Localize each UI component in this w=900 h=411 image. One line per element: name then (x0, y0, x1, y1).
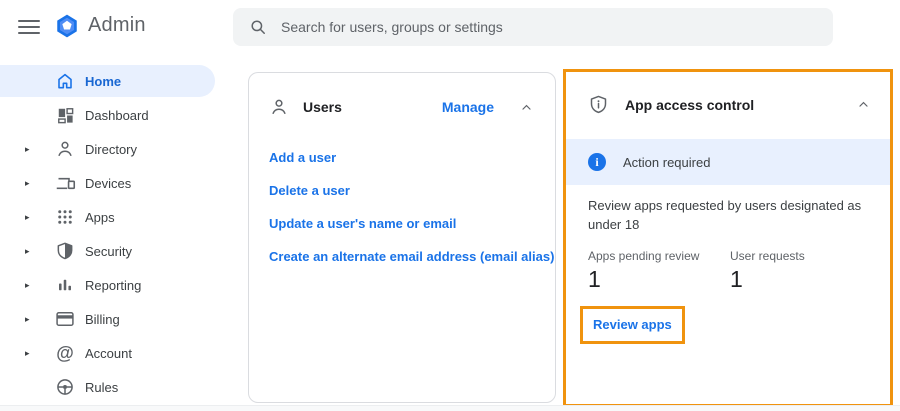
add-user-link[interactable]: Add a user (269, 149, 555, 167)
sidebar-item-label: Account (85, 346, 132, 361)
stat-label: User requests (730, 249, 872, 263)
person-icon (54, 138, 76, 160)
collapse-chevron-icon[interactable] (857, 98, 870, 111)
review-apps-link[interactable]: Review apps (593, 317, 672, 332)
person-icon (269, 97, 289, 117)
expand-arrow-icon[interactable]: ▸ (25, 280, 30, 291)
users-card-header: Users Manage (249, 73, 555, 117)
action-required-banner: i Action required (566, 139, 890, 185)
expand-arrow-icon[interactable]: ▸ (25, 212, 30, 223)
shield-info-icon (588, 94, 609, 115)
sidebar-item-account[interactable]: ▸ @ Account (0, 336, 232, 370)
stat-label: Apps pending review (588, 249, 730, 263)
update-user-link[interactable]: Update a user's name or email (269, 215, 555, 233)
sidebar-item-label: Home (85, 74, 121, 89)
sidebar-item-dashboard[interactable]: Dashboard (0, 98, 232, 132)
sidebar-item-label: Directory (85, 142, 137, 157)
sidebar-item-home[interactable]: Home (0, 64, 232, 98)
expand-arrow-icon[interactable]: ▸ (25, 178, 30, 189)
bar-chart-icon (54, 274, 76, 296)
home-icon (54, 70, 76, 92)
sidebar-item-apps[interactable]: ▸ Apps (0, 200, 232, 234)
stat-apps-pending: Apps pending review 1 (588, 249, 730, 293)
sidebar-item-label: Dashboard (85, 108, 149, 123)
banner-text: Action required (623, 155, 710, 170)
app-title: Admin (88, 14, 146, 37)
sidebar-item-directory[interactable]: ▸ Directory (0, 132, 232, 166)
steering-wheel-icon (54, 376, 76, 398)
sidebar-item-devices[interactable]: ▸ Devices (0, 166, 232, 200)
expand-arrow-icon[interactable]: ▸ (25, 348, 30, 359)
admin-logo-icon (54, 13, 80, 39)
sidebar-item-label: Rules (85, 380, 118, 395)
at-sign-icon: @ (54, 342, 76, 364)
sidebar-item-label: Devices (85, 176, 131, 191)
devices-icon (54, 172, 76, 194)
sidebar-item-rules[interactable]: Rules (0, 370, 232, 404)
search-input[interactable] (281, 19, 801, 35)
credit-card-icon (54, 308, 76, 330)
annotation-highlight-box: App access control i Action required Rev… (563, 69, 893, 407)
sidebar-item-security[interactable]: ▸ Security (0, 234, 232, 268)
search-icon (249, 18, 267, 36)
expand-arrow-icon[interactable]: ▸ (25, 314, 30, 325)
users-card: Users Manage Add a user Delete a user Up… (248, 72, 556, 403)
expand-arrow-icon[interactable]: ▸ (25, 246, 30, 257)
apps-grid-icon (54, 206, 76, 228)
app-access-description: Review apps requested by users designate… (588, 196, 866, 234)
app-access-control-card: App access control i Action required Rev… (566, 72, 890, 344)
top-bar: Admin (0, 0, 900, 56)
sidebar-item-billing[interactable]: ▸ Billing (0, 302, 232, 336)
manage-link[interactable]: Manage (442, 99, 494, 115)
dashboard-icon (54, 104, 76, 126)
app-access-card-header: App access control (566, 72, 890, 115)
sidebar: Home Dashboard ▸ Directory ▸ (0, 64, 232, 404)
stat-user-requests: User requests 1 (730, 249, 872, 293)
shield-icon (54, 240, 76, 262)
stat-value: 1 (588, 266, 730, 293)
delete-user-link[interactable]: Delete a user (269, 182, 555, 200)
stats-row: Apps pending review 1 User requests 1 (588, 249, 890, 293)
annotation-highlight-box-small: Review apps (580, 306, 685, 344)
sidebar-item-label: Reporting (85, 278, 141, 293)
users-card-title: Users (303, 99, 342, 115)
create-alias-link[interactable]: Create an alternate email address (email… (269, 248, 555, 266)
menu-icon[interactable] (18, 16, 40, 38)
sidebar-item-label: Billing (85, 312, 120, 327)
sidebar-item-label: Apps (85, 210, 115, 225)
users-quick-links: Add a user Delete a user Update a user's… (249, 149, 555, 281)
page-bottom-divider (0, 405, 900, 411)
info-icon: i (588, 153, 606, 171)
sidebar-item-label: Security (85, 244, 132, 259)
search-bar[interactable] (233, 8, 833, 46)
app-access-card-title: App access control (625, 97, 754, 113)
stat-value: 1 (730, 266, 872, 293)
sidebar-item-reporting[interactable]: ▸ Reporting (0, 268, 232, 302)
expand-arrow-icon[interactable]: ▸ (25, 144, 30, 155)
collapse-chevron-icon[interactable] (520, 101, 533, 114)
